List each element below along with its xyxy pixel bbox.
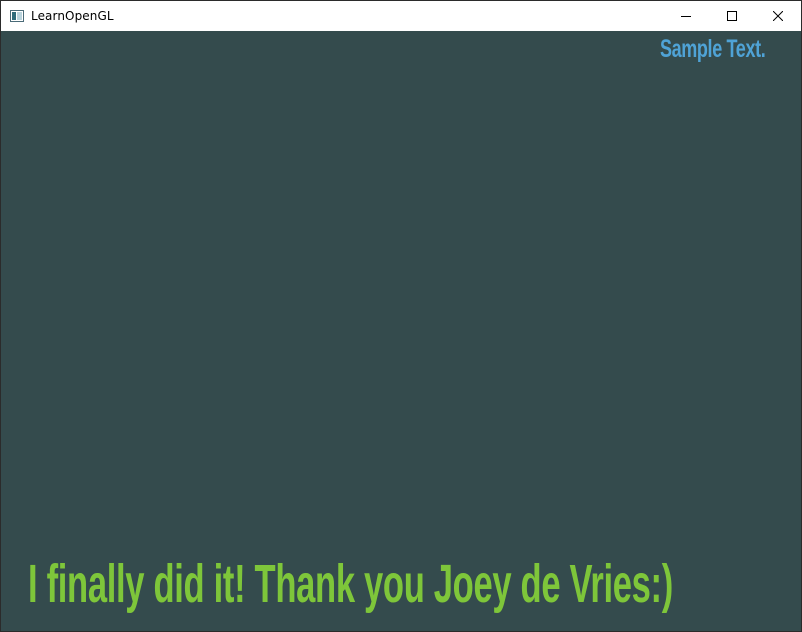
corner-sample-text: Sample Text.: [659, 35, 766, 63]
app-window: LearnOpenGL Sample Text. I finally did i…: [0, 0, 802, 632]
window-title: LearnOpenGL: [31, 9, 114, 23]
maximize-button[interactable]: [709, 1, 755, 31]
close-button[interactable]: [755, 1, 801, 31]
minimize-button[interactable]: [663, 1, 709, 31]
render-viewport[interactable]: Sample Text. I finally did it! Thank you…: [1, 31, 801, 631]
main-message-text: I finally did it! Thank you Joey de Vrie…: [28, 554, 673, 614]
minimize-icon: [681, 11, 691, 21]
app-window-icon: [9, 8, 25, 24]
window-controls: [663, 1, 801, 31]
maximize-icon: [727, 11, 737, 21]
title-bar[interactable]: LearnOpenGL: [1, 1, 801, 31]
close-icon: [773, 11, 783, 21]
